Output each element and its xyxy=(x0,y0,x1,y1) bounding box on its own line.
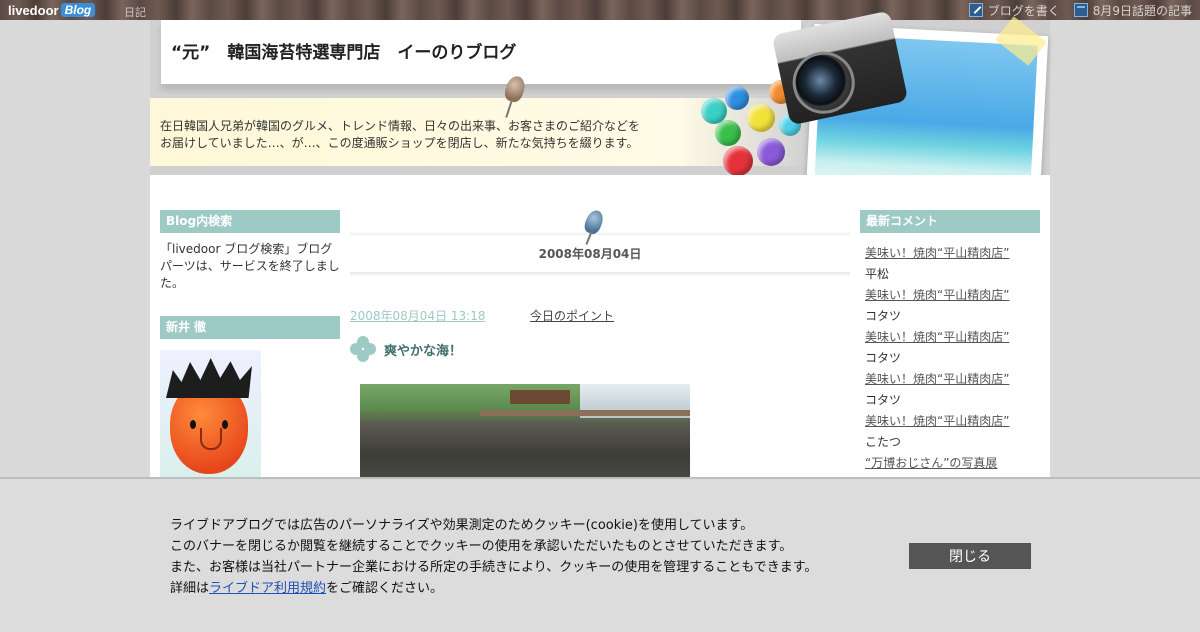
search-heading: Blog内検索 xyxy=(160,210,340,233)
cookie-line: このバナーを閉じるか閲覧を継続することでクッキーの使用を承認いただいたものとさせ… xyxy=(170,539,793,554)
entry-category-link[interactable]: 今日のポイント xyxy=(530,307,614,324)
list-item: 美味い！焼肉“平山精肉店” 平松 xyxy=(865,243,1040,285)
cookie-line: ライブドアブログでは広告のパーソナライズや効果測定のためクッキー(cookie)… xyxy=(170,518,754,533)
avatar-hair xyxy=(166,358,252,398)
entry-timestamp-link[interactable]: 2008年08月04日 13:18 xyxy=(350,307,530,324)
comment-article-link[interactable]: “万博おじさん”の写真展 xyxy=(865,453,1040,474)
cookie-text: ライブドアブログでは広告のパーソナライズや効果測定のためクッキー(cookie)… xyxy=(170,515,870,599)
comment-article-link[interactable]: 美味い！焼肉“平山精肉店” xyxy=(865,243,1040,264)
logo-livedoor-text: livedoor xyxy=(8,2,59,18)
entry-meta: 2008年08月04日 13:18 今日のポイント xyxy=(350,307,850,324)
comment-author: コタツ xyxy=(865,309,902,323)
logo-blog-text: Blog xyxy=(60,3,96,17)
list-item: 美味い！焼肉“平山精肉店” コタツ xyxy=(865,285,1040,327)
comment-article-link[interactable]: 美味い！焼肉“平山精肉店” xyxy=(865,327,1040,348)
comment-author: コタツ xyxy=(865,351,902,365)
blog-title[interactable]: “元” 韓国海苔特選専門店 イーのりブログ xyxy=(171,38,516,63)
cookie-line: また、お客様は当社パートナー企業における所定の手続きにより、クッキーの使用を管理… xyxy=(170,560,818,575)
search-notice: 「livedoor ブログ検索」ブログパーツは、サービスを終了しました。 xyxy=(160,242,340,290)
calendar-icon xyxy=(1073,3,1088,17)
trending-articles-label: 8月9日話題の記事 xyxy=(1092,3,1192,18)
cookie-detail-suffix: をご確認ください。 xyxy=(326,581,444,596)
trending-articles-link[interactable]: 8月9日話題の記事 xyxy=(1073,2,1192,19)
blog-description: 在日韓国人兄弟が韓国のグルメ、トレンド情報、日々の出来事、お客さまのご紹介などを… xyxy=(160,119,641,150)
comment-article-link[interactable]: 美味い！焼肉“平山精肉店” xyxy=(865,285,1040,306)
livedoor-blog-logo[interactable]: livedoor Blog xyxy=(8,1,96,19)
right-sidebar: 最新コメント 美味い！焼肉“平山精肉店” 平松 美味い！焼肉“平山精肉店” コタ… xyxy=(860,210,1040,474)
date-bar: 2008年08月04日 xyxy=(350,205,850,277)
list-item: 美味い！焼肉“平山精肉店” こたつ xyxy=(865,411,1040,453)
avatar-nose xyxy=(200,428,222,450)
close-cookie-button[interactable]: 閉じる xyxy=(909,543,1031,569)
camera-lens xyxy=(786,45,861,120)
nav-diary-link[interactable]: 日記 xyxy=(124,4,146,20)
comment-author: コタツ xyxy=(865,393,902,407)
left-sidebar: Blog内検索 「livedoor ブログ検索」ブログパーツは、サービスを終了し… xyxy=(160,210,340,490)
entry-title-row: 爽やかな海！ xyxy=(350,336,850,362)
clover-icon xyxy=(350,336,376,362)
cookie-detail-prefix: 詳細は xyxy=(170,581,210,596)
avatar[interactable] xyxy=(160,350,261,490)
write-blog-label: ブログを書く xyxy=(987,3,1060,18)
list-item: “万博おじさん”の写真展 xyxy=(865,453,1040,474)
comment-author: 平松 xyxy=(865,267,890,281)
recent-comments-heading: 最新コメント xyxy=(860,210,1040,233)
avatar-eye xyxy=(222,420,228,429)
topbar-actions: ブログを書く 8月9日話題の記事 xyxy=(968,1,1192,19)
comment-article-link[interactable]: 美味い！焼肉“平山精肉店” xyxy=(865,411,1040,432)
comment-author: こたつ xyxy=(865,435,902,449)
blog-header: “元” 韓国海苔特選専門店 イーのりブログ 在日韓国人兄弟が韓国のグルメ、トレン… xyxy=(150,10,1050,207)
entry-photo[interactable] xyxy=(360,384,690,484)
recent-comments-list: 美味い！焼肉“平山精肉店” 平松 美味い！焼肉“平山精肉店” コタツ 美味い！焼… xyxy=(860,243,1040,474)
comment-article-link[interactable]: 美味い！焼肉“平山精肉店” xyxy=(865,369,1040,390)
entry-date-heading: 2008年08月04日 xyxy=(538,247,642,261)
terms-link[interactable]: ライブドア利用規約 xyxy=(209,581,326,596)
cookie-line: 詳細はライブドア利用規約をご確認ください。 xyxy=(170,578,870,599)
profile-heading: 新井 徹 xyxy=(160,316,340,339)
pencil-icon xyxy=(968,3,983,17)
cookie-banner: ライブドアブログでは広告のパーソナライズや効果測定のためクッキー(cookie)… xyxy=(0,477,1200,632)
entry-title[interactable]: 爽やかな海！ xyxy=(384,340,462,359)
list-item: 美味い！焼肉“平山精肉店” コタツ xyxy=(865,327,1040,369)
livedoor-topbar: livedoor Blog 日記 ブログを書く 8月9日話題の記事 xyxy=(0,0,1200,20)
entry-column: 2008年08月04日 2008年08月04日 13:18 今日のポイント 爽や… xyxy=(350,205,850,484)
list-item: 美味い！焼肉“平山精肉店” コタツ xyxy=(865,369,1040,411)
avatar-eye xyxy=(190,420,196,429)
